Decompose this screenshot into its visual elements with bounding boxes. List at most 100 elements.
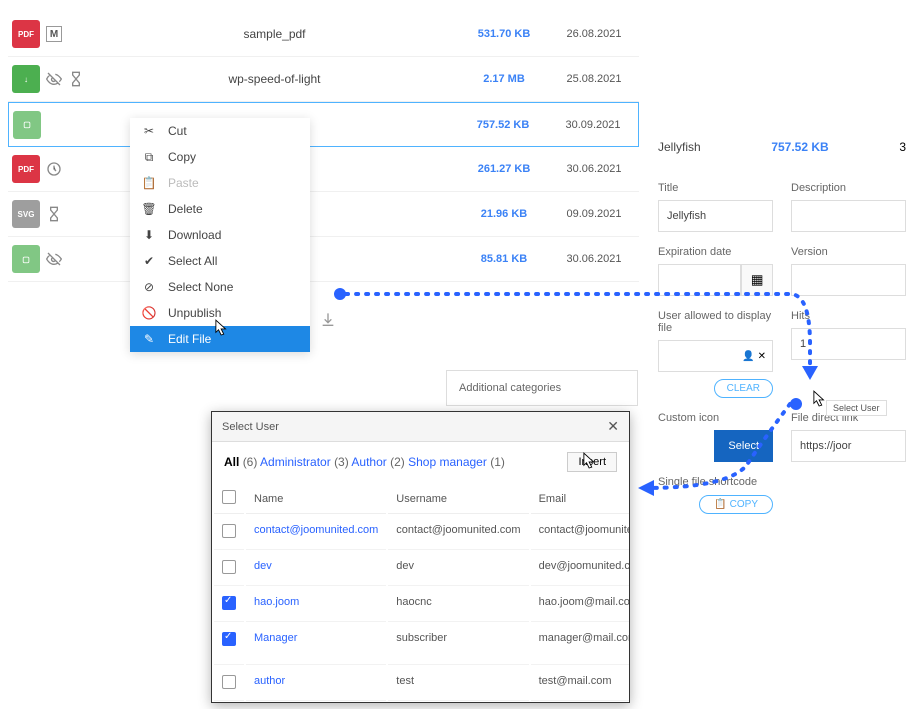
file-date: 26.08.2021 [549, 28, 639, 40]
filter-shop-manager[interactable]: Shop manager [408, 455, 487, 469]
filter-all[interactable]: All [224, 455, 239, 469]
calendar-button[interactable]: ▦ [741, 264, 773, 296]
file-size: 85.81 KB [459, 253, 549, 265]
user-username: haocnc [388, 588, 528, 622]
user-email: hao.joom@mail.com [531, 588, 629, 622]
select-all-checkbox[interactable] [222, 490, 236, 504]
user-table: Name Username Email Role contact@joomuni… [212, 482, 629, 702]
user-name[interactable]: Manager [246, 624, 386, 665]
file-date: 09.09.2021 [549, 208, 639, 220]
role-filters: All (6) Administrator (3) Author (2) Sho… [224, 455, 505, 469]
ctx-copy[interactable]: ⧉Copy [130, 144, 310, 170]
file-row[interactable]: ▢ 85.81 KB 30.06.2021 [8, 237, 639, 282]
additional-categories-input[interactable]: Additional categories [446, 370, 638, 406]
hits-input[interactable] [791, 328, 906, 360]
hourglass-icon [46, 206, 62, 222]
user-row[interactable]: contact@joomunited.com contact@joomunite… [214, 516, 629, 550]
description-input[interactable] [791, 200, 906, 232]
download-icon [320, 310, 336, 330]
file-row-selected[interactable]: ▢ 757.52 KB 30.09.2021 [8, 102, 639, 147]
filter-author[interactable]: Author [351, 455, 386, 469]
dialog-title-text: Select User [222, 421, 279, 433]
pdf-icon: PDF [12, 20, 40, 48]
hits-label: Hits [791, 310, 906, 322]
copy-button[interactable]: 📋 COPY [699, 495, 773, 514]
cursor-icon [813, 390, 827, 408]
ctx-download[interactable]: ⬇Download [130, 222, 310, 248]
svg-icon: SVG [12, 200, 40, 228]
user-allowed-label: User allowed to display file [658, 310, 773, 334]
row-checkbox[interactable] [222, 675, 236, 689]
row-checkbox[interactable] [222, 560, 236, 574]
file-date: 30.06.2021 [549, 163, 639, 175]
user-email: test@mail.com [531, 667, 629, 701]
user-row[interactable]: hao.joom haocnc hao.joom@mail.com Author [214, 588, 629, 622]
direct-link-input[interactable] [791, 430, 906, 462]
filter-admin[interactable]: Administrator [260, 455, 331, 469]
zip-icon: ↓ [12, 65, 40, 93]
file-date: 30.06.2021 [549, 253, 639, 265]
detail-name: Jellyfish [658, 140, 701, 154]
title-input[interactable] [658, 200, 773, 232]
copy-icon: ⧉ [142, 150, 156, 164]
select-button[interactable]: Select [714, 430, 773, 462]
file-name: wp-speed-of-light [90, 72, 459, 86]
close-icon[interactable]: ✕ [607, 418, 619, 435]
file-size: 2.17 MB [459, 73, 549, 85]
version-input[interactable] [791, 264, 906, 296]
select-user-tooltip: Select User [826, 400, 887, 416]
jpg-icon: ▢ [12, 245, 40, 273]
custom-icon-label: Custom icon [658, 412, 773, 424]
file-size: 21.96 KB [459, 208, 549, 220]
file-size: 757.52 KB [458, 119, 548, 131]
file-row[interactable]: PDF M sample_pdf 531.70 KB 26.08.2021 [8, 12, 639, 57]
ctx-select-none[interactable]: ⊘Select None [130, 274, 310, 300]
user-name[interactable]: contact@joomunited.com [246, 516, 386, 550]
unpublish-icon: 🚫 [142, 306, 156, 320]
row-checkbox[interactable] [222, 524, 236, 538]
file-row[interactable]: PDF 11 261.27 KB 30.06.2021 [8, 147, 639, 192]
calendar-icon: ▦ [751, 272, 764, 288]
col-username: Username [388, 484, 528, 514]
context-menu: ✂Cut ⧉Copy 📋Paste 🗑Delete ⬇Download ✔Sel… [130, 118, 310, 352]
cut-icon: ✂ [142, 124, 156, 138]
user-row[interactable]: dev dev dev@joomunited.com Administrator [214, 552, 629, 586]
user-row[interactable]: Manager subscriber manager@mail.com Shop… [214, 624, 629, 665]
ctx-cut[interactable]: ✂Cut [130, 118, 310, 144]
user-name[interactable]: author [246, 667, 386, 701]
title-label: Title [658, 182, 773, 194]
clear-button[interactable]: CLEAR [714, 379, 773, 398]
ctx-delete[interactable]: 🗑Delete [130, 196, 310, 222]
m-badge-icon: M [46, 26, 62, 42]
file-name: sample_pdf [90, 27, 459, 41]
dialog-titlebar: Select User ✕ [212, 412, 629, 442]
file-row[interactable]: SVG le 21.96 KB 09.09.2021 [8, 192, 639, 237]
file-row[interactable]: ↓ wp-speed-of-light 2.17 MB 25.08.2021 [8, 57, 639, 102]
eye-off-icon [46, 251, 62, 267]
file-list-panel: PDF M sample_pdf 531.70 KB 26.08.2021 ↓ … [8, 12, 639, 282]
row-checkbox[interactable] [222, 632, 236, 646]
hourglass-icon [68, 71, 84, 87]
paste-icon: 📋 [142, 176, 156, 190]
file-size: 531.70 KB [459, 28, 549, 40]
download-icon: ⬇ [142, 228, 156, 242]
user-name[interactable]: dev [246, 552, 386, 586]
user-row[interactable]: author test test@mail.com Author [214, 667, 629, 701]
user-email: contact@joomunited.com [531, 516, 629, 550]
expiration-label: Expiration date [658, 246, 773, 258]
user-username: test [388, 667, 528, 701]
cursor-icon [583, 452, 597, 470]
col-email: Email [531, 484, 629, 514]
user-remove-icon[interactable]: 👤 ✕ [742, 351, 766, 362]
pdf-icon: PDF [12, 155, 40, 183]
expiration-input[interactable] [658, 264, 741, 296]
user-username: subscriber [388, 624, 528, 665]
select-none-icon: ⊘ [142, 280, 156, 294]
user-name[interactable]: hao.joom [246, 588, 386, 622]
eye-off-icon [46, 71, 62, 87]
row-checkbox[interactable] [222, 596, 236, 610]
user-username: contact@joomunited.com [388, 516, 528, 550]
user-email: manager@mail.com [531, 624, 629, 665]
ctx-select-all[interactable]: ✔Select All [130, 248, 310, 274]
file-date: 30.09.2021 [548, 119, 638, 131]
